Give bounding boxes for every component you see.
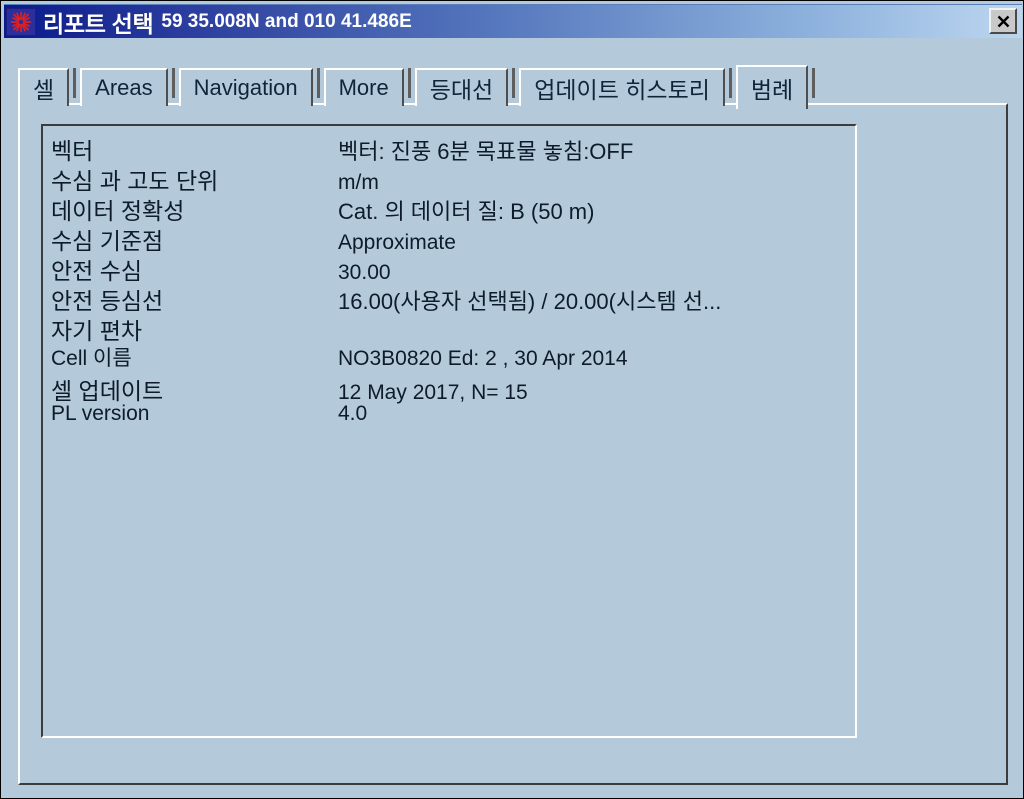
legend-group-box: 벡터 벡터: 진풍 6분 목표물 놓침:OFF 수심 과 고도 단위 m/m 데이터 정… (41, 124, 857, 738)
legend-row-label: 벡터 (51, 138, 94, 164)
legend-row-label: 안전 등심선 (51, 288, 164, 314)
legend-row-label: 자기 편차 (51, 318, 143, 344)
tab-bar: 셀 Areas Navigation More 등대선 업데이트 히스토리 범례 (18, 64, 819, 109)
legend-row-value: 30.00 (338, 261, 391, 284)
tab-label: 셀 (33, 77, 55, 103)
tab-separator (316, 68, 320, 98)
legend-row: 안전 등심선 16.00(사용자 선택됨) / 20.00(시스템 선... (51, 282, 853, 314)
legend-row: 수심 과 고도 단위 m/m (51, 162, 853, 194)
tab-2[interactable]: Navigation (178, 68, 313, 106)
report-selection-window: 리포트 선택 59 35.008N and 010 41.486E 셀 Areas… (0, 0, 1024, 799)
legend-row: Cell 이름 NO3B0820 Ed: 2 , 30 Apr 2014 (51, 342, 853, 372)
tab-1[interactable]: Areas (80, 68, 168, 106)
tab-separator (171, 68, 175, 98)
window-title-coordinates: 59 35.008N and 010 41.486E (161, 10, 412, 32)
legend-row-value: Approximate (338, 231, 456, 254)
tab-6[interactable]: 범례 (735, 65, 809, 109)
tab-3[interactable]: More (323, 68, 404, 106)
legend-property-list: 벡터 벡터: 진풍 6분 목표물 놓침:OFF 수심 과 고도 단위 m/m 데이터 정… (51, 132, 853, 432)
tab-label: 등대선 (429, 77, 494, 103)
tab-separator (407, 68, 411, 98)
legend-row-value: m/m (338, 171, 379, 194)
title-bar[interactable]: 리포트 선택 59 35.008N and 010 41.486E (4, 4, 1022, 38)
tab-separator (73, 68, 77, 98)
tab-label: 업데이트 히스토리 (534, 77, 710, 103)
tab-separator (512, 68, 516, 98)
tab-5[interactable]: 업데이트 히스토리 (519, 68, 725, 106)
legend-row-label: 안전 수심 (51, 258, 143, 284)
tab-label: 범례 (750, 77, 794, 103)
legend-row-value: 16.00(사용자 선택됨) / 20.00(시스템 선... (338, 289, 722, 314)
legend-row-value: NO3B0820 Ed: 2 , 30 Apr 2014 (338, 347, 628, 370)
tab-label: Navigation (193, 75, 298, 100)
tab-0[interactable]: 셀 (18, 68, 70, 106)
legend-row-label: Cell 이름 (51, 347, 132, 370)
legend-row: 벡터 벡터: 진풍 6분 목표물 놓침:OFF (51, 132, 853, 164)
tab-separator (728, 68, 732, 98)
legend-row-label: 수심 과 고도 단위 (51, 168, 219, 194)
legend-row-label: PL version (51, 402, 150, 425)
legend-row-value: 4.0 (338, 402, 368, 425)
legend-row: 셀 업데이트 12 May 2017, N= 15 (51, 372, 853, 404)
compass-rose-icon (6, 7, 36, 36)
tab-4[interactable]: 등대선 (414, 68, 509, 106)
legend-row: 안전 수심 30.00 (51, 252, 853, 284)
close-icon (997, 15, 1009, 27)
legend-row-label: 셀 업데이트 (51, 378, 164, 404)
tab-label: More (338, 75, 389, 100)
close-button[interactable] (989, 8, 1017, 34)
legend-row: 수심 기준점 Approximate (51, 222, 853, 254)
window-title: 리포트 선택 (43, 10, 154, 37)
legend-row: 자기 편차 (51, 312, 853, 344)
legend-row-value: 벡터: 진풍 6분 목표물 놓침:OFF (338, 139, 634, 164)
tab-label: Areas (95, 75, 153, 100)
legend-row: PL version 4.0 (51, 402, 853, 432)
legend-row-label: 데이터 정확성 (51, 198, 185, 224)
legend-row: 데이터 정확성 Cat. 의 데이터 질: B (50 m) (51, 192, 853, 224)
legend-row-label: 수심 기준점 (51, 228, 164, 254)
tab-separator (812, 68, 816, 98)
tab-page-legend: 벡터 벡터: 진풍 6분 목표물 놓침:OFF 수심 과 고도 단위 m/m 데이터 정… (18, 103, 1008, 785)
legend-row-value: Cat. 의 데이터 질: B (50 m) (338, 199, 595, 224)
